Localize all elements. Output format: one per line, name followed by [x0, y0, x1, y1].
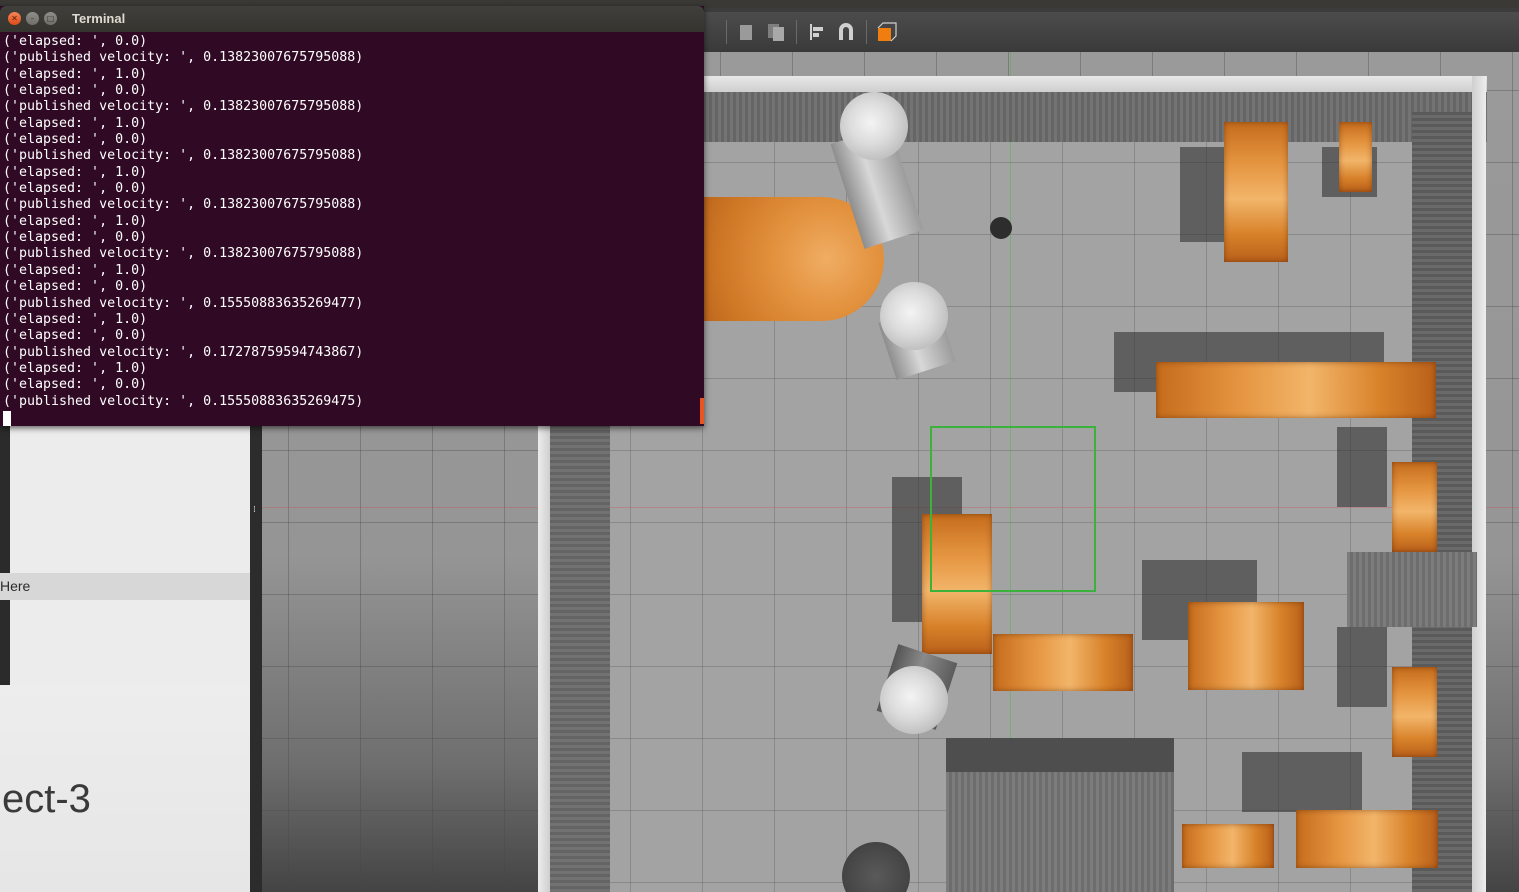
- gazebo-toolbar: [704, 12, 1519, 53]
- terminal-prompt-line[interactable]: [3, 410, 703, 427]
- paste-icon[interactable]: [766, 22, 784, 42]
- table-top[interactable]: [1392, 462, 1437, 552]
- terminal-line: ('elapsed: ', 1.0): [3, 262, 148, 278]
- terminal-line: ('elapsed: ', 0.0): [3, 230, 148, 246]
- terminal-line: ('elapsed: ', 0.0): [3, 328, 148, 344]
- terminal-line: ('elapsed: ', 1.0): [3, 213, 148, 229]
- table-top[interactable]: [1224, 122, 1288, 262]
- wall-west: [538, 422, 550, 892]
- table-top[interactable]: [1156, 362, 1436, 418]
- terminal-line: ('elapsed: ', 1.0): [3, 66, 148, 82]
- terminal-line: ('elapsed: ', 0.0): [3, 377, 148, 393]
- table-top[interactable]: [1182, 824, 1274, 868]
- selection-box: [930, 426, 1096, 592]
- shadow: [1337, 427, 1387, 507]
- terminal-scroll-indicator: [700, 398, 704, 424]
- table-top[interactable]: [1392, 667, 1437, 757]
- terminal-line: ('elapsed: ', 1.0): [3, 164, 148, 180]
- highlighted-row[interactable]: Here: [0, 573, 250, 600]
- partial-title-text: ect-3: [2, 777, 91, 821]
- terminal-line: ('elapsed: ', 0.0): [3, 181, 148, 197]
- cylinder-obstacle[interactable]: [880, 666, 948, 734]
- wall-west-face: [550, 422, 610, 892]
- cylinder-obstacle[interactable]: [880, 282, 948, 350]
- align-icon[interactable]: [808, 22, 826, 42]
- splitter-grip-icon[interactable]: ⁞: [253, 506, 257, 520]
- grey-box-top: [946, 738, 1174, 774]
- terminal-line: ('elapsed: ', 0.0): [3, 83, 148, 99]
- panel-splitter[interactable]: [250, 425, 262, 892]
- terminal-line: ('elapsed: ', 0.0): [3, 279, 148, 295]
- table-top[interactable]: [993, 634, 1133, 691]
- left-side-panel: Here ect-3: [0, 425, 251, 892]
- cylinder-obstacle[interactable]: [840, 92, 908, 160]
- terminal-cursor: [3, 411, 11, 427]
- snap-icon[interactable]: [836, 22, 854, 42]
- terminal-line: ('published velocity: ', 0.1382300767579…: [3, 148, 364, 164]
- terminal-line: ('elapsed: ', 1.0): [3, 360, 148, 376]
- terminal-title: Terminal: [72, 11, 126, 26]
- copy-icon[interactable]: [738, 22, 756, 42]
- terminal-line: ('published velocity: ', 0.1382300767579…: [3, 197, 364, 213]
- highlighted-row-label: Here: [0, 578, 31, 594]
- terminal-line: ('published velocity: ', 0.1382300767579…: [3, 99, 364, 115]
- maximize-icon[interactable]: □: [44, 12, 57, 25]
- minimize-icon[interactable]: –: [26, 12, 39, 25]
- view-angle-icon[interactable]: [876, 22, 897, 42]
- robot-model[interactable]: [990, 217, 1012, 239]
- table-top[interactable]: [1339, 122, 1372, 192]
- table-top[interactable]: [1188, 602, 1304, 690]
- terminal-line: ('published velocity: ', 0.1555088363526…: [3, 393, 364, 409]
- terminal-line: ('elapsed: ', 1.0): [3, 115, 148, 131]
- grey-box-obstacle[interactable]: [946, 772, 1174, 892]
- terminal-output[interactable]: ('elapsed: ', 0.0) ('published velocity: …: [3, 34, 703, 427]
- close-icon[interactable]: ✕: [8, 12, 21, 25]
- terminal-line: ('elapsed: ', 0.0): [3, 34, 148, 49]
- toolbar-separator: [726, 20, 727, 44]
- terminal-line: ('elapsed: ', 0.0): [3, 132, 148, 148]
- terminal-window[interactable]: ✕ – □ Terminal ('elapsed: ', 0.0) ('publi…: [0, 6, 704, 427]
- terminal-line: ('elapsed: ', 1.0): [3, 311, 148, 327]
- x-axis-line: [262, 507, 1519, 508]
- terminal-line: ('published velocity: ', 0.1555088363526…: [3, 295, 364, 311]
- toolbar-separator: [796, 20, 797, 44]
- terminal-line: ('published velocity: ', 0.1382300767579…: [3, 246, 364, 262]
- terminal-line: ('published velocity: ', 0.1382300767579…: [3, 50, 364, 66]
- wall-east: [1472, 76, 1486, 892]
- grey-box-obstacle[interactable]: [1347, 552, 1477, 627]
- shadow: [1337, 627, 1387, 707]
- terminal-titlebar[interactable]: ✕ – □ Terminal: [0, 6, 704, 32]
- table-top[interactable]: [1296, 810, 1438, 868]
- terminal-line: ('published velocity: ', 0.1727875959474…: [3, 344, 364, 360]
- shadow: [1242, 752, 1362, 812]
- toolbar-separator: [866, 20, 867, 44]
